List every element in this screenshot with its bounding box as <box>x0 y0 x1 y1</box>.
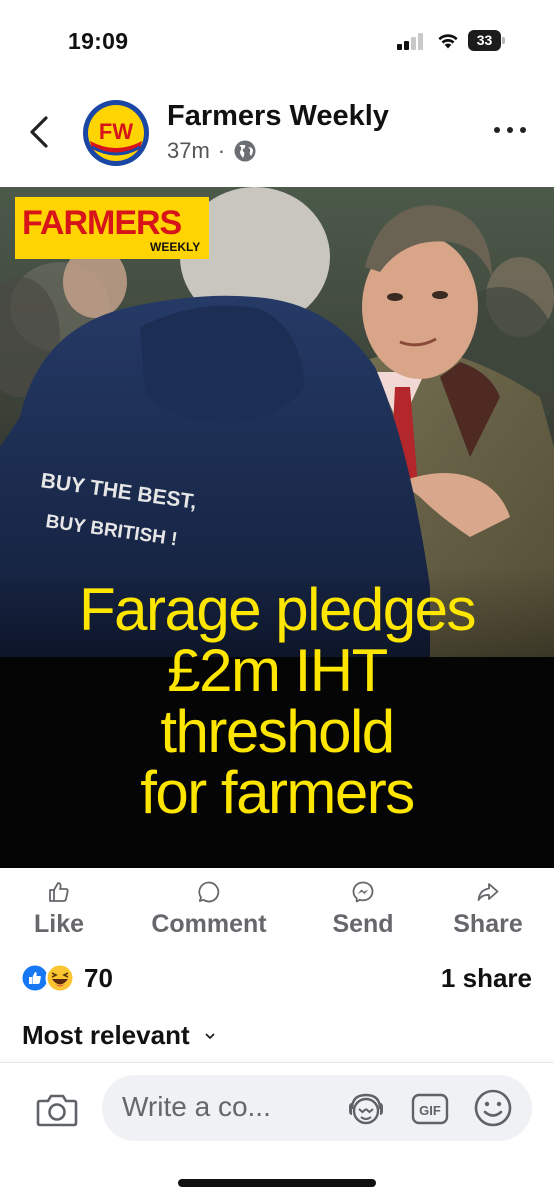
reaction-icons <box>20 963 75 993</box>
post-header: FW Farmers Weekly 37m · <box>0 88 554 178</box>
headline-line-3: threshold <box>160 698 395 765</box>
gif-label: GIF <box>419 1103 441 1118</box>
headline: Farage pledges £2m IHT threshold for far… <box>0 579 554 823</box>
haha-reaction-icon <box>45 963 75 993</box>
comment-bubble-icon <box>198 881 220 903</box>
share-arrow-icon <box>477 883 499 901</box>
battery-level: 33 <box>476 32 493 48</box>
home-indicator[interactable] <box>178 1179 376 1187</box>
logo-main-text: FARMERS <box>22 204 182 242</box>
status-bar: 19:09 33 <box>0 0 554 80</box>
avatar-initials: FW <box>99 119 133 144</box>
like-label: Like <box>33 910 85 938</box>
post-actions: Like Comment Send Share <box>0 870 554 950</box>
share-button[interactable]: Share <box>440 870 536 950</box>
share-count[interactable]: 1 share <box>441 963 532 994</box>
wifi-icon <box>438 34 458 49</box>
post-time: 37m <box>167 138 210 163</box>
emoji-icon[interactable] <box>472 1087 514 1129</box>
comment-bar: Write a co... GIF <box>0 1062 554 1200</box>
more-options-icon[interactable] <box>494 124 528 138</box>
post-meta: 37m · <box>167 138 257 164</box>
battery-icon: 33 <box>468 30 506 51</box>
messenger-icon <box>352 881 374 903</box>
page-avatar[interactable]: FW <box>80 97 152 169</box>
like-button[interactable]: Like <box>20 870 98 950</box>
chevron-down-icon <box>205 1033 215 1039</box>
reaction-count: 70 <box>84 963 113 993</box>
headline-line-4: for farmers <box>140 759 415 826</box>
cellular-signal-icon <box>397 32 425 50</box>
comment-label: Comment <box>151 910 267 938</box>
send-label: Send <box>332 910 394 938</box>
comment-button[interactable]: Comment <box>134 870 284 950</box>
back-chevron-icon[interactable] <box>24 112 56 152</box>
comment-placeholder: Write a co... <box>122 1091 271 1122</box>
avatar-sticker-icon[interactable] <box>346 1091 386 1127</box>
sort-label: Most relevant <box>22 1020 190 1050</box>
page-name[interactable]: Farmers Weekly <box>167 100 389 133</box>
logo-sub-text: WEEKLY <box>150 240 200 254</box>
meta-separator: · <box>217 138 226 163</box>
thumbs-up-icon <box>49 882 69 902</box>
reactions-summary[interactable]: 70 1 share <box>0 955 554 1003</box>
send-button[interactable]: Send <box>318 870 408 950</box>
globe-icon <box>234 140 256 162</box>
farmers-weekly-logo: FARMERS WEEKLY <box>15 197 209 259</box>
headline-line-2: £2m IHT <box>167 637 388 704</box>
headline-line-1: Farage pledges <box>79 576 476 643</box>
share-label: Share <box>453 910 523 938</box>
gif-icon[interactable]: GIF <box>410 1091 450 1127</box>
status-time: 19:09 <box>68 28 129 54</box>
comment-sort-dropdown[interactable]: Most relevant <box>22 1020 216 1051</box>
post-image[interactable]: BUY THE BEST, BUY BRITISH ! FARMERS WEEK… <box>0 187 554 868</box>
like-reaction-icon <box>20 963 50 993</box>
camera-icon[interactable] <box>36 1091 78 1127</box>
